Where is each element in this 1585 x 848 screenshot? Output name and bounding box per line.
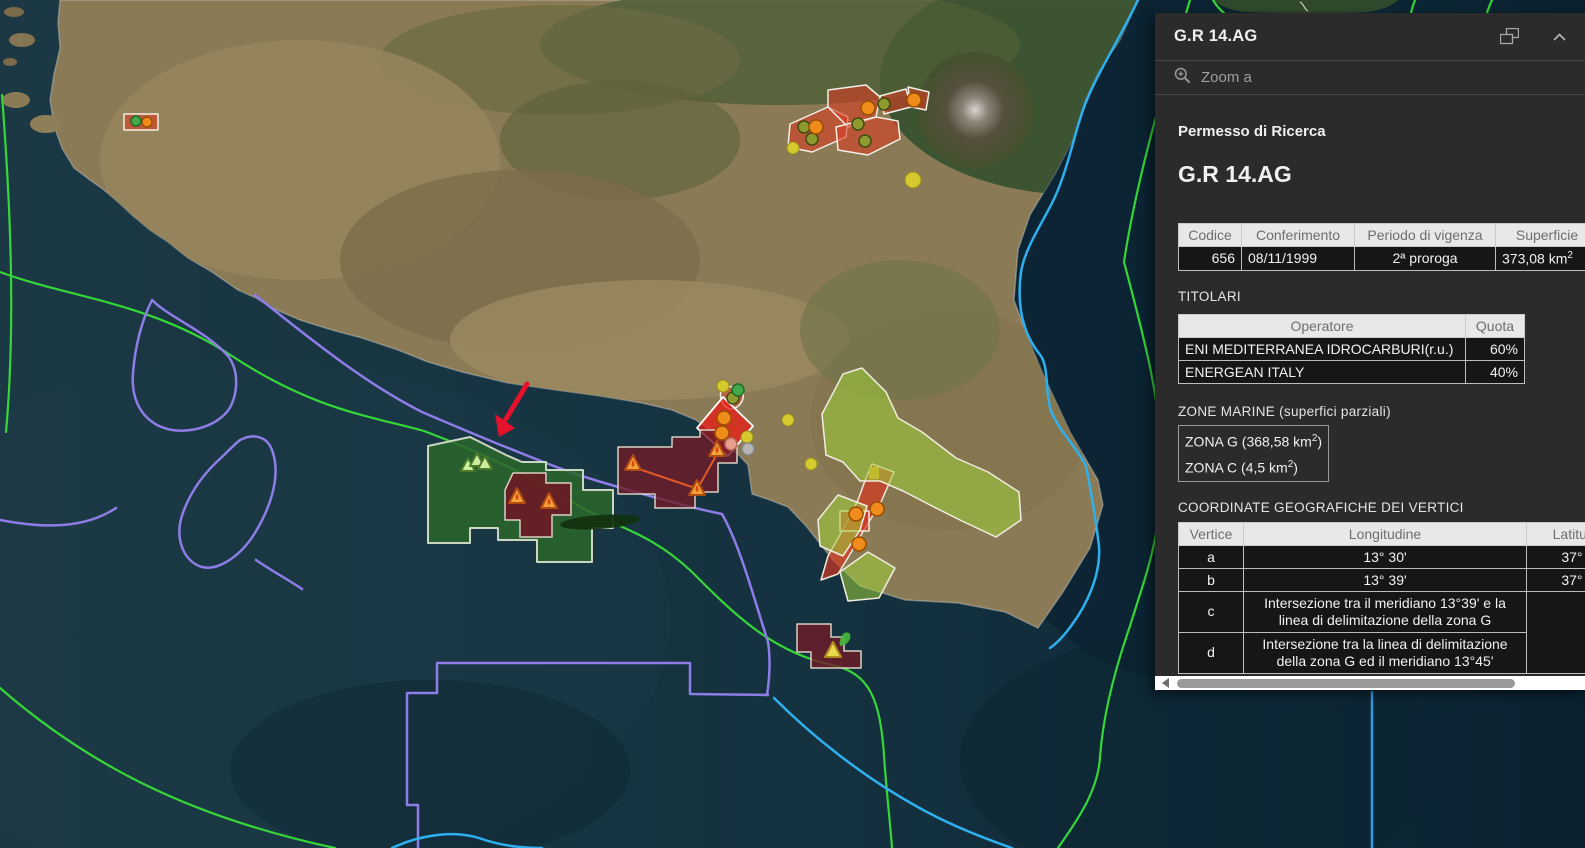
col-header: Operatore bbox=[1178, 313, 1466, 338]
table-row: d Intersezione tra la linea di delimitaz… bbox=[1178, 631, 1585, 674]
quota-value: 60% bbox=[1465, 336, 1525, 361]
latitudine: 37° 03' bbox=[1526, 567, 1585, 592]
coordinate-label: COORDINATE GEOGRAFICHE DEI VERTICI bbox=[1178, 499, 1464, 515]
superficie-value: 373,08 km2 bbox=[1495, 246, 1585, 271]
horizontal-scrollbar[interactable] bbox=[1155, 676, 1585, 690]
table-row: ENI MEDITERRANEA IDROCARBURI(r.u.) 60% bbox=[1178, 336, 1525, 361]
scrollbar-thumb[interactable] bbox=[1177, 678, 1515, 688]
scroll-left-arrow-icon[interactable] bbox=[1162, 678, 1169, 688]
longitudine: 13° 30' bbox=[1243, 544, 1527, 569]
operatore-value: ENI MEDITERRANEA IDROCARBURI(r.u.) bbox=[1178, 336, 1466, 361]
northeast-coast-strip bbox=[1213, 0, 1398, 14]
magnifier-plus-icon bbox=[1174, 67, 1191, 88]
col-header: Conferimento bbox=[1241, 223, 1355, 247]
popup-content: Permesso di Ricerca G.R 14.AG Codice Con… bbox=[1155, 95, 1585, 674]
table-row: c Intersezione tra il meridiano 13°39' e… bbox=[1178, 590, 1585, 674]
operatore-value: ENERGEAN ITALY bbox=[1178, 359, 1466, 384]
quota-value: 40% bbox=[1465, 359, 1525, 384]
dock-button[interactable] bbox=[1497, 25, 1522, 48]
longitudine: 13° 39' bbox=[1243, 567, 1527, 592]
table-row: ENERGEAN ITALY 40% bbox=[1178, 359, 1525, 384]
coordinate-table: Vertice Longitudine Latitudine a 13° 30'… bbox=[1178, 521, 1585, 674]
zona-c-line: ZONA C (4,5 km2) bbox=[1185, 459, 1298, 476]
vertice: a bbox=[1178, 544, 1244, 569]
zone-marine-box: ZONA G (368,58 km2) ZONA C (4,5 km2) bbox=[1178, 424, 1330, 482]
col-header: Superficie bbox=[1495, 223, 1585, 247]
latitudine: 37° 03' bbox=[1526, 544, 1585, 569]
dock-windows-icon bbox=[1499, 27, 1520, 48]
app-window: G.R 14.AG Zoom a Permesso di Ricerca G.R… bbox=[0, 0, 1585, 848]
col-header: Quota bbox=[1465, 313, 1525, 338]
etna-volcano bbox=[917, 52, 1033, 168]
longitudine: Intersezione tra il meridiano 13°39' e l… bbox=[1243, 590, 1527, 633]
titolari-label: TITOLARI bbox=[1178, 288, 1241, 304]
latitudine bbox=[1526, 590, 1585, 674]
col-header: Latitudine bbox=[1526, 521, 1585, 546]
zone-marine-label: ZONE MARINE (superfici parziali) bbox=[1178, 403, 1391, 419]
vertice: d bbox=[1178, 631, 1244, 674]
periodo-value: 2ª proroga bbox=[1354, 246, 1496, 271]
permit-name: G.R 14.AG bbox=[1178, 161, 1292, 187]
popup-title: G.R 14.AG bbox=[1174, 27, 1258, 45]
conferimento-value: 08/11/1999 bbox=[1241, 246, 1355, 271]
col-header: Vertice bbox=[1178, 521, 1244, 546]
popup-header: G.R 14.AG bbox=[1155, 13, 1585, 61]
codice-value: 656 bbox=[1178, 246, 1242, 271]
longitudine: Intersezione tra la linea di delimitazio… bbox=[1243, 631, 1527, 674]
chevron-up-icon bbox=[1553, 29, 1566, 44]
col-header: Longitudine bbox=[1243, 521, 1527, 546]
table-row: a 13° 30' 37° 03' bbox=[1178, 544, 1585, 569]
vertice: b bbox=[1178, 567, 1244, 592]
col-header: Periodo di vigenza bbox=[1354, 223, 1496, 247]
zoom-to-label: Zoom a bbox=[1201, 69, 1252, 86]
table-row: 656 08/11/1999 2ª proroga 373,08 km2 bbox=[1178, 246, 1585, 271]
layer-subtitle: Permesso di Ricerca bbox=[1178, 123, 1326, 140]
table-row: b 13° 39' 37° 03' bbox=[1178, 567, 1585, 592]
vertice: c bbox=[1178, 590, 1244, 633]
popup-panel: G.R 14.AG Zoom a Permesso di Ricerca G.R… bbox=[1155, 13, 1585, 690]
titolari-table: Operatore Quota ENI MEDITERRANEA IDROCAR… bbox=[1178, 313, 1525, 384]
permit-table: Codice Conferimento Periodo di vigenza S… bbox=[1178, 223, 1585, 271]
zona-g-line: ZONA G (368,58 km2) bbox=[1185, 432, 1323, 450]
col-header: Codice bbox=[1178, 223, 1242, 247]
zoom-to-link[interactable]: Zoom a bbox=[1155, 61, 1585, 95]
collapse-button[interactable] bbox=[1550, 30, 1569, 44]
